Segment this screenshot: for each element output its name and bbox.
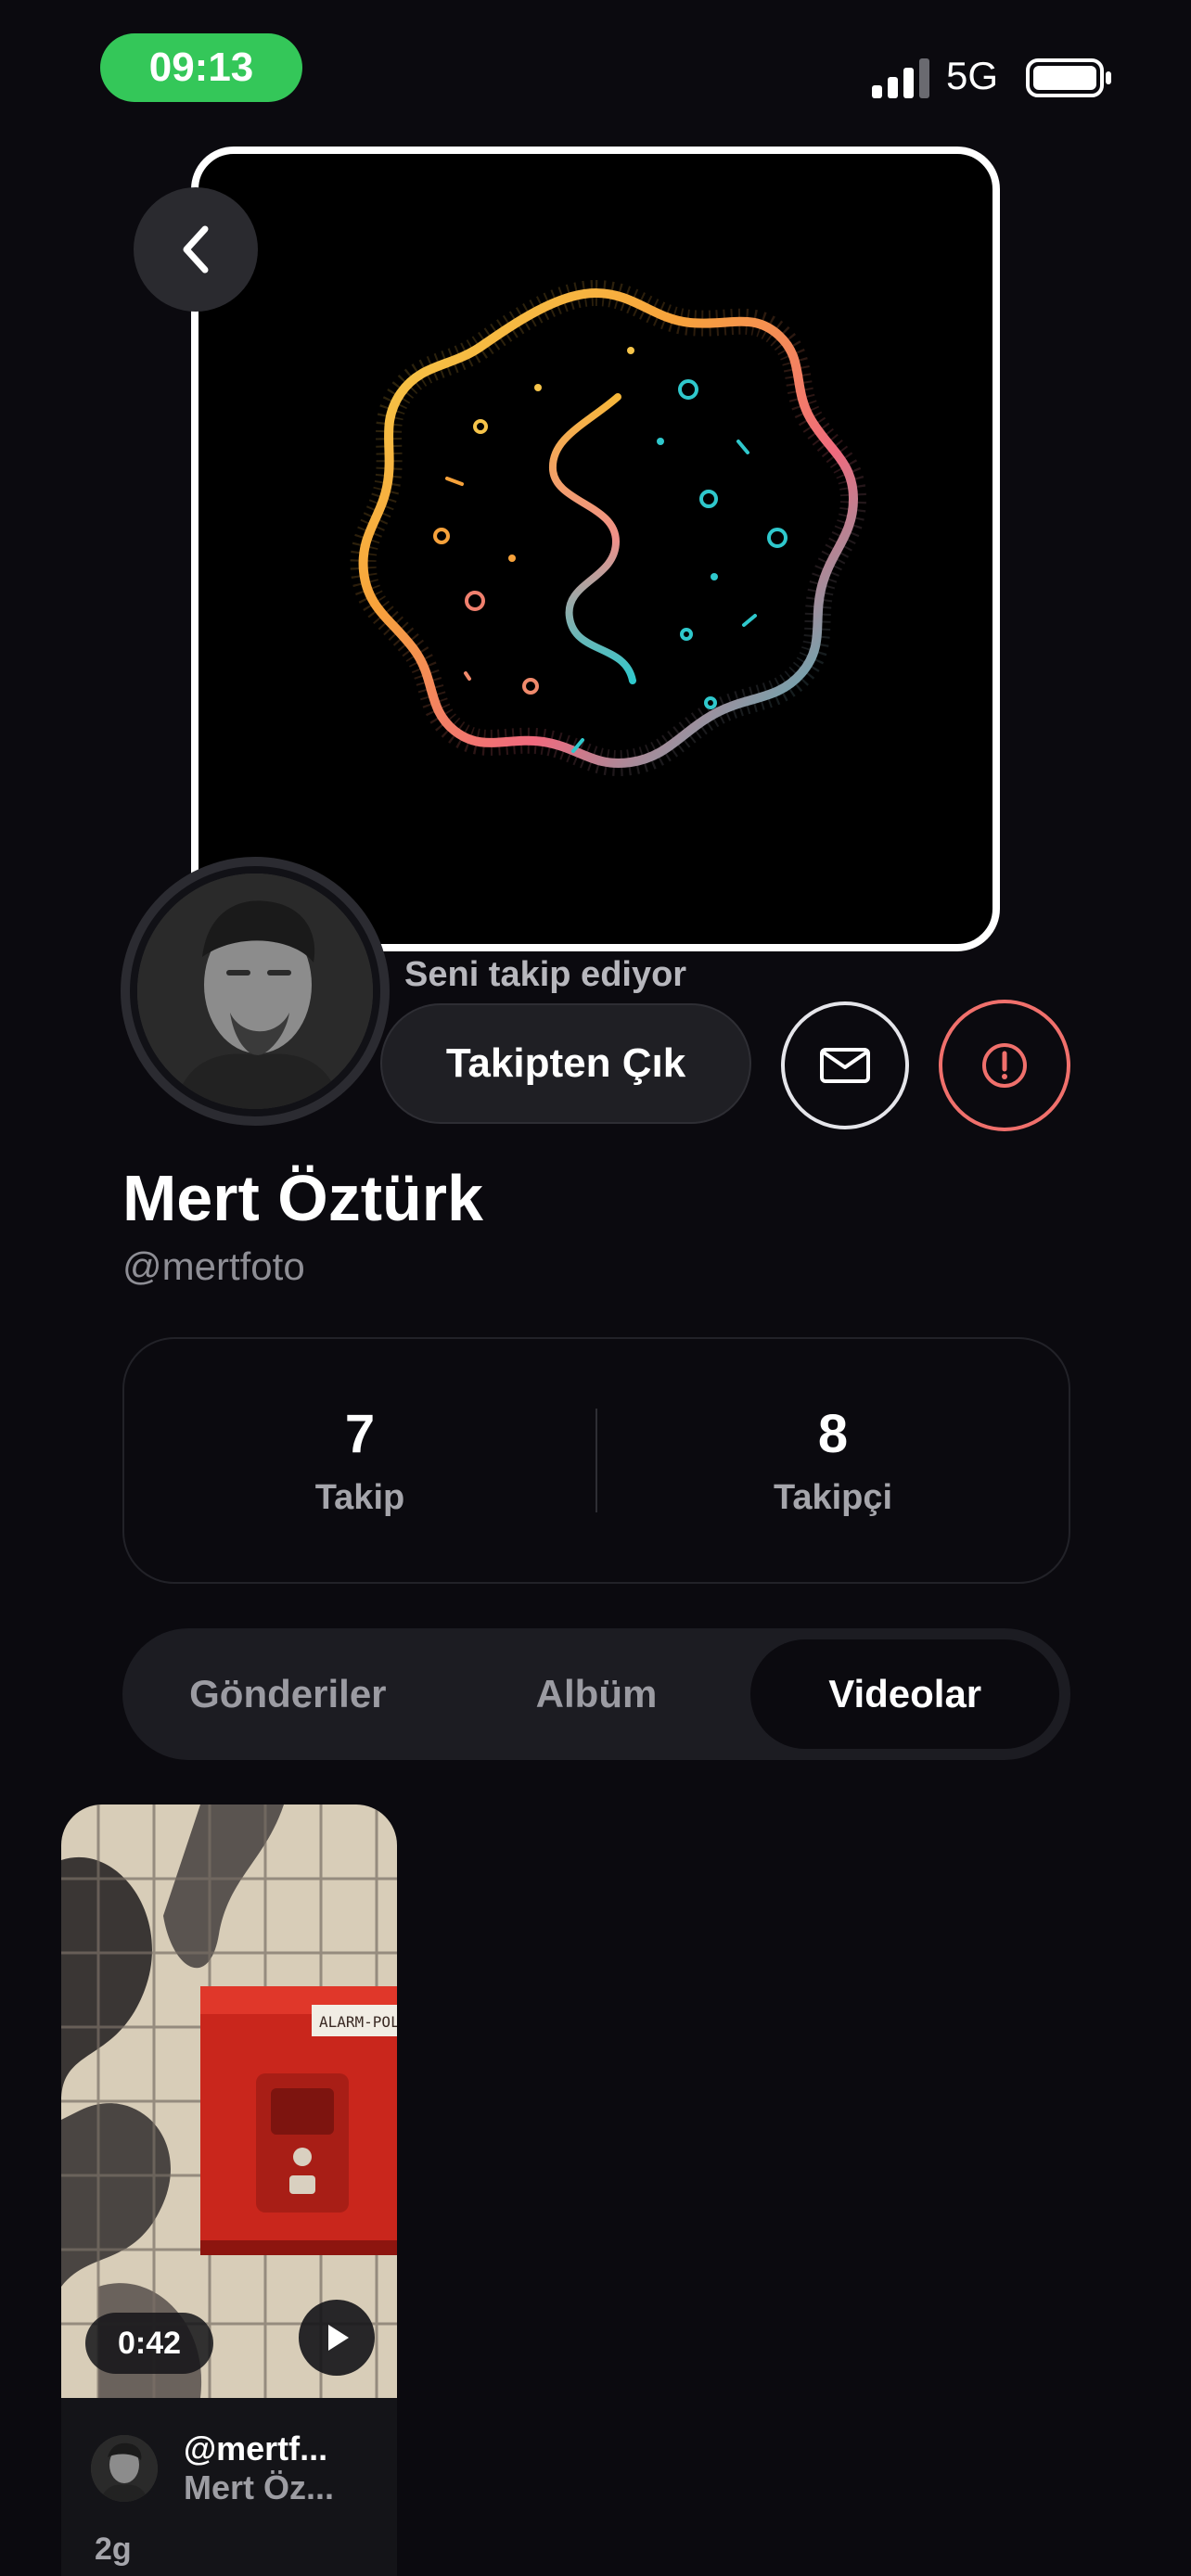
tab-videos[interactable]: Videolar: [750, 1639, 1060, 1749]
status-time: 09:13: [100, 33, 302, 102]
followers-label: Takipçi: [773, 1478, 893, 1517]
play-button[interactable]: [299, 2300, 375, 2376]
cover-image: [191, 147, 1000, 951]
exclamation-circle-icon: [982, 1043, 1027, 1088]
envelope-icon: [820, 1048, 870, 1083]
profile-tabs: Gönderiler Albüm Videolar: [122, 1628, 1070, 1760]
signal-icon: [872, 58, 929, 98]
back-button[interactable]: [134, 187, 258, 312]
video-author-avatar[interactable]: [91, 2435, 158, 2502]
profile-handle: @mertfoto: [122, 1244, 305, 1288]
video-author-name: Mert Öz...: [184, 2468, 335, 2506]
report-button[interactable]: [939, 1000, 1070, 1131]
video-duration: 0:42: [85, 2313, 213, 2374]
video-card[interactable]: ALARM-POLIS 0:42 @mertf... Mert Öz... 2g: [61, 1804, 397, 2576]
mini-avatar-photo: [91, 2435, 158, 2502]
unfollow-button[interactable]: Takipten Çık: [380, 1003, 751, 1124]
profile-avatar[interactable]: [121, 857, 390, 1126]
message-button[interactable]: [781, 1001, 909, 1129]
avatar-photo: [137, 874, 373, 1109]
profile-name: Mert Öztürk: [122, 1162, 483, 1234]
followers-count: 8: [817, 1404, 849, 1464]
following-count: 7: [344, 1404, 376, 1464]
follows-you-label: Seni takip ediyor: [404, 955, 687, 994]
followers-stat[interactable]: 8 Takipçi: [597, 1403, 1069, 1518]
thumb-sign-text: ALARM-POLIS: [319, 2013, 397, 2031]
tab-posts[interactable]: Gönderiler: [134, 1639, 442, 1749]
following-stat[interactable]: 7 Takip: [124, 1403, 596, 1518]
video-age: 2g: [95, 2531, 132, 2567]
wavy-badge-artwork: [350, 279, 867, 776]
video-author-handle[interactable]: @mertf...: [184, 2429, 327, 2468]
stats-card: 7 Takip 8 Takipçi: [122, 1337, 1070, 1584]
chevron-left-icon: [183, 225, 209, 274]
play-icon: [328, 2325, 349, 2351]
battery-icon: [1026, 58, 1111, 97]
network-label: 5G: [946, 54, 999, 97]
tab-album[interactable]: Albüm: [442, 1639, 751, 1749]
following-label: Takip: [314, 1478, 405, 1517]
